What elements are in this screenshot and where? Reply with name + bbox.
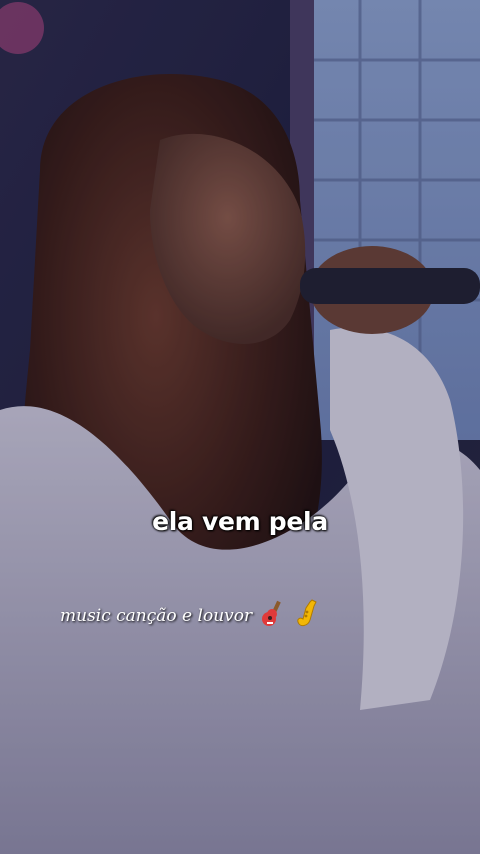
video-frame[interactable]: ela vem pela music canção e louvor — [0, 0, 480, 854]
guitar-icon — [260, 599, 286, 633]
subtitle-caption: ela vem pela — [152, 507, 328, 536]
singer-photo — [0, 0, 480, 854]
channel-watermark: music canção e louvor — [60, 598, 320, 634]
saxophone-icon — [294, 598, 320, 634]
watermark-text: music canção e louvor — [60, 606, 253, 626]
